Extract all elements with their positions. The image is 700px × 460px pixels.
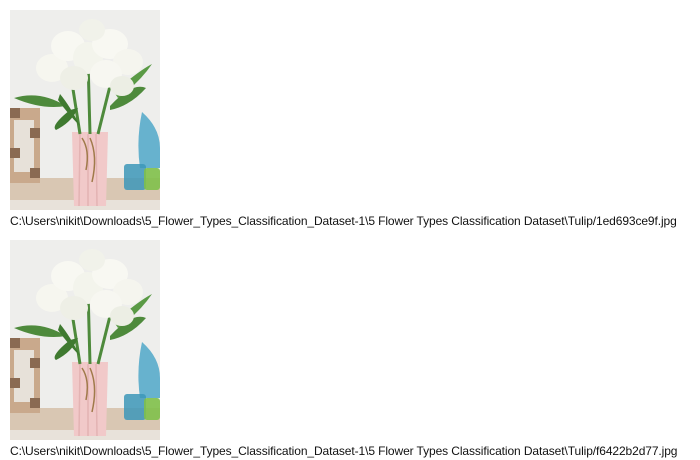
result-item: C:\Users\nikit\Downloads\5_Flower_Types_…: [10, 10, 700, 228]
tulip-photo: [10, 240, 160, 440]
tulip-photo: [10, 10, 160, 210]
file-path-caption: C:\Users\nikit\Downloads\5_Flower_Types_…: [10, 214, 677, 228]
result-item: C:\Users\nikit\Downloads\5_Flower_Types_…: [10, 240, 700, 458]
file-path-caption: C:\Users\nikit\Downloads\5_Flower_Types_…: [10, 444, 678, 458]
tulip-image[interactable]: [10, 10, 160, 210]
tulip-image[interactable]: [10, 240, 160, 440]
